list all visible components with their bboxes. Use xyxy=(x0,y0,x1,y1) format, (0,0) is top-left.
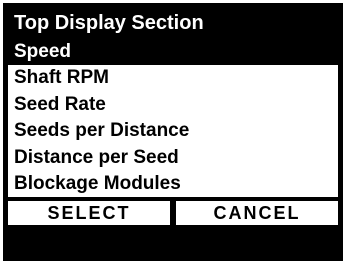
menu-item-distance-per-seed[interactable]: Distance per Seed xyxy=(8,144,338,171)
menu-item-seeds-per-distance[interactable]: Seeds per Distance xyxy=(8,118,338,145)
menu-item-shaft-rpm[interactable]: Shaft RPM xyxy=(8,65,338,92)
menu-item-seed-rate[interactable]: Seed Rate xyxy=(8,91,338,119)
select-button[interactable]: SELECT xyxy=(8,201,170,226)
cancel-button[interactable]: CANCEL xyxy=(176,201,338,226)
page-title: Top Display Section xyxy=(14,12,204,34)
menu-item-blockage-modules[interactable]: Blockage Modules xyxy=(8,170,338,198)
softkey-bar: SELECT CANCEL xyxy=(8,201,338,226)
menu-list: Speed Shaft RPM Seed Rate Seeds per Dist… xyxy=(8,39,338,198)
display-screen: Top Display Section Speed Shaft RPM Seed… xyxy=(3,3,343,261)
menu-item-speed[interactable]: Speed xyxy=(8,39,338,66)
